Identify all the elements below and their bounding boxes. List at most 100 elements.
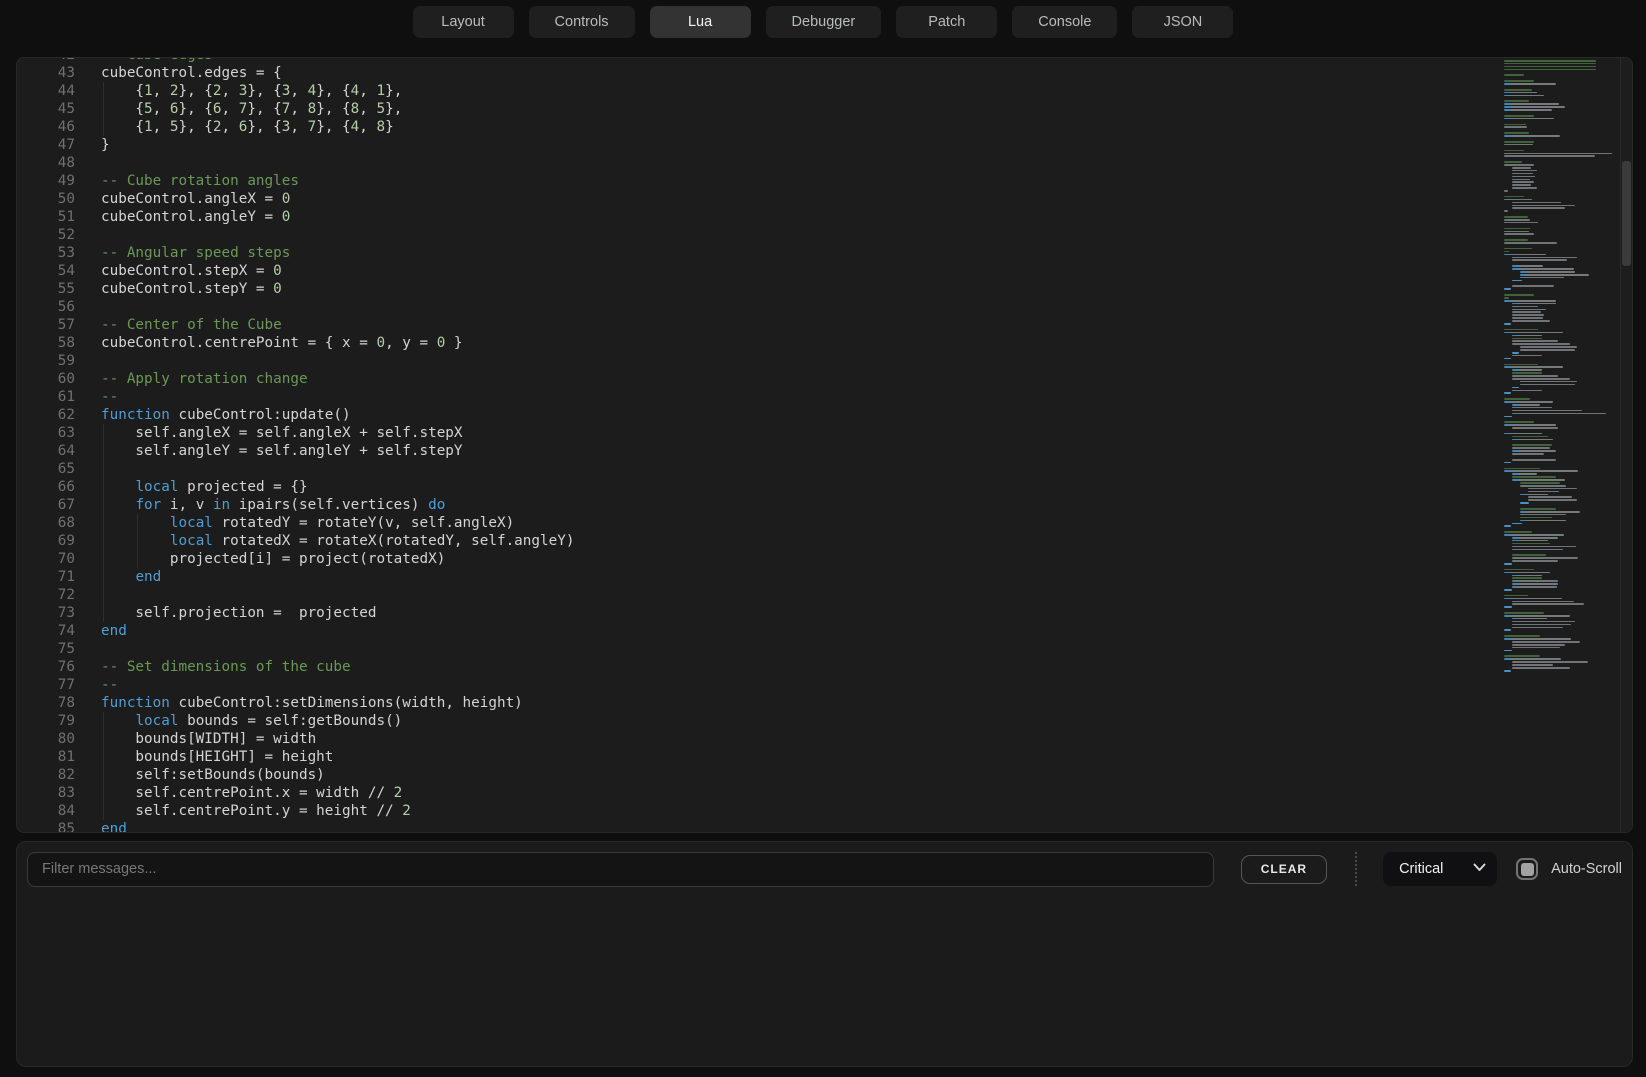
code-line-text: {5, 6}, {6, 7}, {7, 8}, {8, 5}, [101, 100, 1492, 118]
minimap[interactable] [1504, 58, 1620, 832]
line-number: 68 [17, 514, 101, 532]
code-line-text [101, 352, 1492, 370]
filter-messages-input[interactable] [27, 852, 1214, 887]
code-line[interactable]: 52 [17, 226, 1492, 244]
minimap-row [1504, 126, 1527, 128]
minimap-row [1504, 592, 1620, 594]
code-line[interactable]: 80 bounds[WIDTH] = width [17, 730, 1492, 748]
code-line[interactable]: 56 [17, 298, 1492, 316]
code-line-text: cubeControl.edges = { [101, 64, 1492, 82]
log-level-select[interactable]: Critical [1383, 852, 1497, 886]
minimap-row [1504, 239, 1528, 241]
minimap-row [1504, 251, 1509, 253]
minimap-row [1504, 456, 1620, 458]
tab-patch[interactable]: Patch [896, 6, 997, 38]
indent-guide [103, 766, 104, 784]
code-line[interactable]: 50cubeControl.angleX = 0 [17, 190, 1492, 208]
code-line[interactable]: 57-- Center of the Cube [17, 316, 1492, 334]
scrollbar-thumb[interactable] [1622, 161, 1631, 266]
code-line[interactable]: 72 [17, 586, 1492, 604]
line-number: 79 [17, 712, 101, 730]
minimap-row [1512, 546, 1576, 548]
code-line[interactable]: 47} [17, 136, 1492, 154]
code-line[interactable]: 45 {5, 6}, {6, 7}, {7, 8}, {8, 5}, [17, 100, 1492, 118]
code-line-text: cubeControl.angleY = 0 [101, 208, 1492, 226]
code-line-text: projected[i] = project(rotatedX) [101, 550, 1492, 568]
code-area[interactable]: 42-- Cube edges43cubeControl.edges = {44… [17, 58, 1492, 832]
code-line[interactable]: 63 self.angleX = self.angleX + self.step… [17, 424, 1492, 442]
code-line[interactable]: 71 end [17, 568, 1492, 586]
tab-layout[interactable]: Layout [413, 6, 514, 38]
code-line[interactable]: 78function cubeControl:setDimensions(wid… [17, 694, 1492, 712]
minimap-row [1504, 294, 1534, 296]
code-line[interactable]: 77-- [17, 676, 1492, 694]
minimap-row [1504, 112, 1620, 114]
minimap-row [1512, 473, 1537, 475]
tab-controls[interactable]: Controls [529, 6, 635, 38]
minimap-row [1512, 257, 1577, 259]
minimap-row [1504, 196, 1524, 198]
clear-button[interactable]: CLEAR [1241, 855, 1327, 884]
code-line[interactable]: 43cubeControl.edges = { [17, 64, 1492, 82]
minimap-row [1504, 60, 1596, 62]
code-line[interactable]: 60-- Apply rotation change [17, 370, 1492, 388]
code-line[interactable]: 82 self:setBounds(bounds) [17, 766, 1492, 784]
code-line[interactable]: 48 [17, 154, 1492, 172]
code-line[interactable]: 69 local rotatedX = rotateX(rotatedY, se… [17, 532, 1492, 550]
code-line[interactable]: 55cubeControl.stepY = 0 [17, 280, 1492, 298]
code-line[interactable]: 58cubeControl.centrePoint = { x = 0, y =… [17, 334, 1492, 352]
minimap-row [1504, 124, 1526, 126]
code-line[interactable]: 81 bounds[HEIGHT] = height [17, 748, 1492, 766]
code-line[interactable]: 62function cubeControl:update() [17, 406, 1492, 424]
tab-console[interactable]: Console [1012, 6, 1117, 38]
minimap-row [1504, 534, 1564, 536]
line-number: 71 [17, 568, 101, 586]
code-line[interactable]: 44 {1, 2}, {2, 3}, {3, 4}, {4, 1}, [17, 82, 1492, 100]
code-line[interactable]: 70 projected[i] = project(rotatedX) [17, 550, 1492, 568]
minimap-row [1504, 598, 1562, 600]
code-line[interactable]: 59 [17, 352, 1492, 370]
code-line[interactable]: 61-- [17, 388, 1492, 406]
minimap-row [1512, 667, 1570, 669]
code-line[interactable]: 53-- Angular speed steps [17, 244, 1492, 262]
code-line[interactable]: 68 local rotatedY = rotateY(v, self.angl… [17, 514, 1492, 532]
code-line[interactable]: 83 self.centrePoint.x = width // 2 [17, 784, 1492, 802]
code-line[interactable]: 79 local bounds = self:getBounds() [17, 712, 1492, 730]
minimap-row [1504, 653, 1620, 655]
code-line[interactable]: 54cubeControl.stepX = 0 [17, 262, 1492, 280]
code-line[interactable]: 73 self.projection = projected [17, 604, 1492, 622]
lua-code-editor[interactable]: 42-- Cube edges43cubeControl.edges = {44… [16, 57, 1633, 833]
minimap-row [1504, 329, 1538, 331]
minimap-row [1512, 314, 1544, 316]
code-line-text: self.centrePoint.y = height // 2 [101, 802, 1492, 820]
code-line[interactable]: 74end [17, 622, 1492, 640]
line-number: 74 [17, 622, 101, 640]
code-line[interactable]: 75 [17, 640, 1492, 658]
code-line[interactable]: 46 {1, 5}, {2, 6}, {3, 7}, {4, 8} [17, 118, 1492, 136]
code-line[interactable]: 66 local projected = {} [17, 478, 1492, 496]
minimap-row [1504, 470, 1578, 472]
minimap-row [1528, 496, 1572, 498]
code-line[interactable]: 76-- Set dimensions of the cube [17, 658, 1492, 676]
minimap-row [1504, 63, 1596, 65]
code-line[interactable]: 49-- Cube rotation angles [17, 172, 1492, 190]
tab-lua[interactable]: Lua [650, 6, 751, 38]
tab-json[interactable]: JSON [1132, 6, 1233, 38]
code-line[interactable]: 65 [17, 460, 1492, 478]
code-line-text: -- Center of the Cube [101, 316, 1492, 334]
code-line-text: end [101, 622, 1492, 640]
code-line-text: local bounds = self:getBounds() [101, 712, 1492, 730]
tab-debugger[interactable]: Debugger [766, 6, 882, 38]
auto-scroll-checkbox[interactable] [1516, 858, 1538, 880]
code-line[interactable]: 51cubeControl.angleY = 0 [17, 208, 1492, 226]
code-line[interactable]: 64 self.angleY = self.angleY + self.step… [17, 442, 1492, 460]
minimap-row [1504, 468, 1540, 470]
code-line[interactable]: 84 self.centrePoint.y = height // 2 [17, 802, 1492, 820]
minimap-row [1512, 583, 1558, 585]
code-line[interactable]: 85end [17, 820, 1492, 832]
code-line-text [101, 460, 1492, 478]
line-number: 65 [17, 460, 101, 478]
minimap-row [1512, 436, 1548, 438]
code-line[interactable]: 67 for i, v in ipairs(self.vertices) do [17, 496, 1492, 514]
vertical-scrollbar[interactable] [1620, 58, 1632, 832]
